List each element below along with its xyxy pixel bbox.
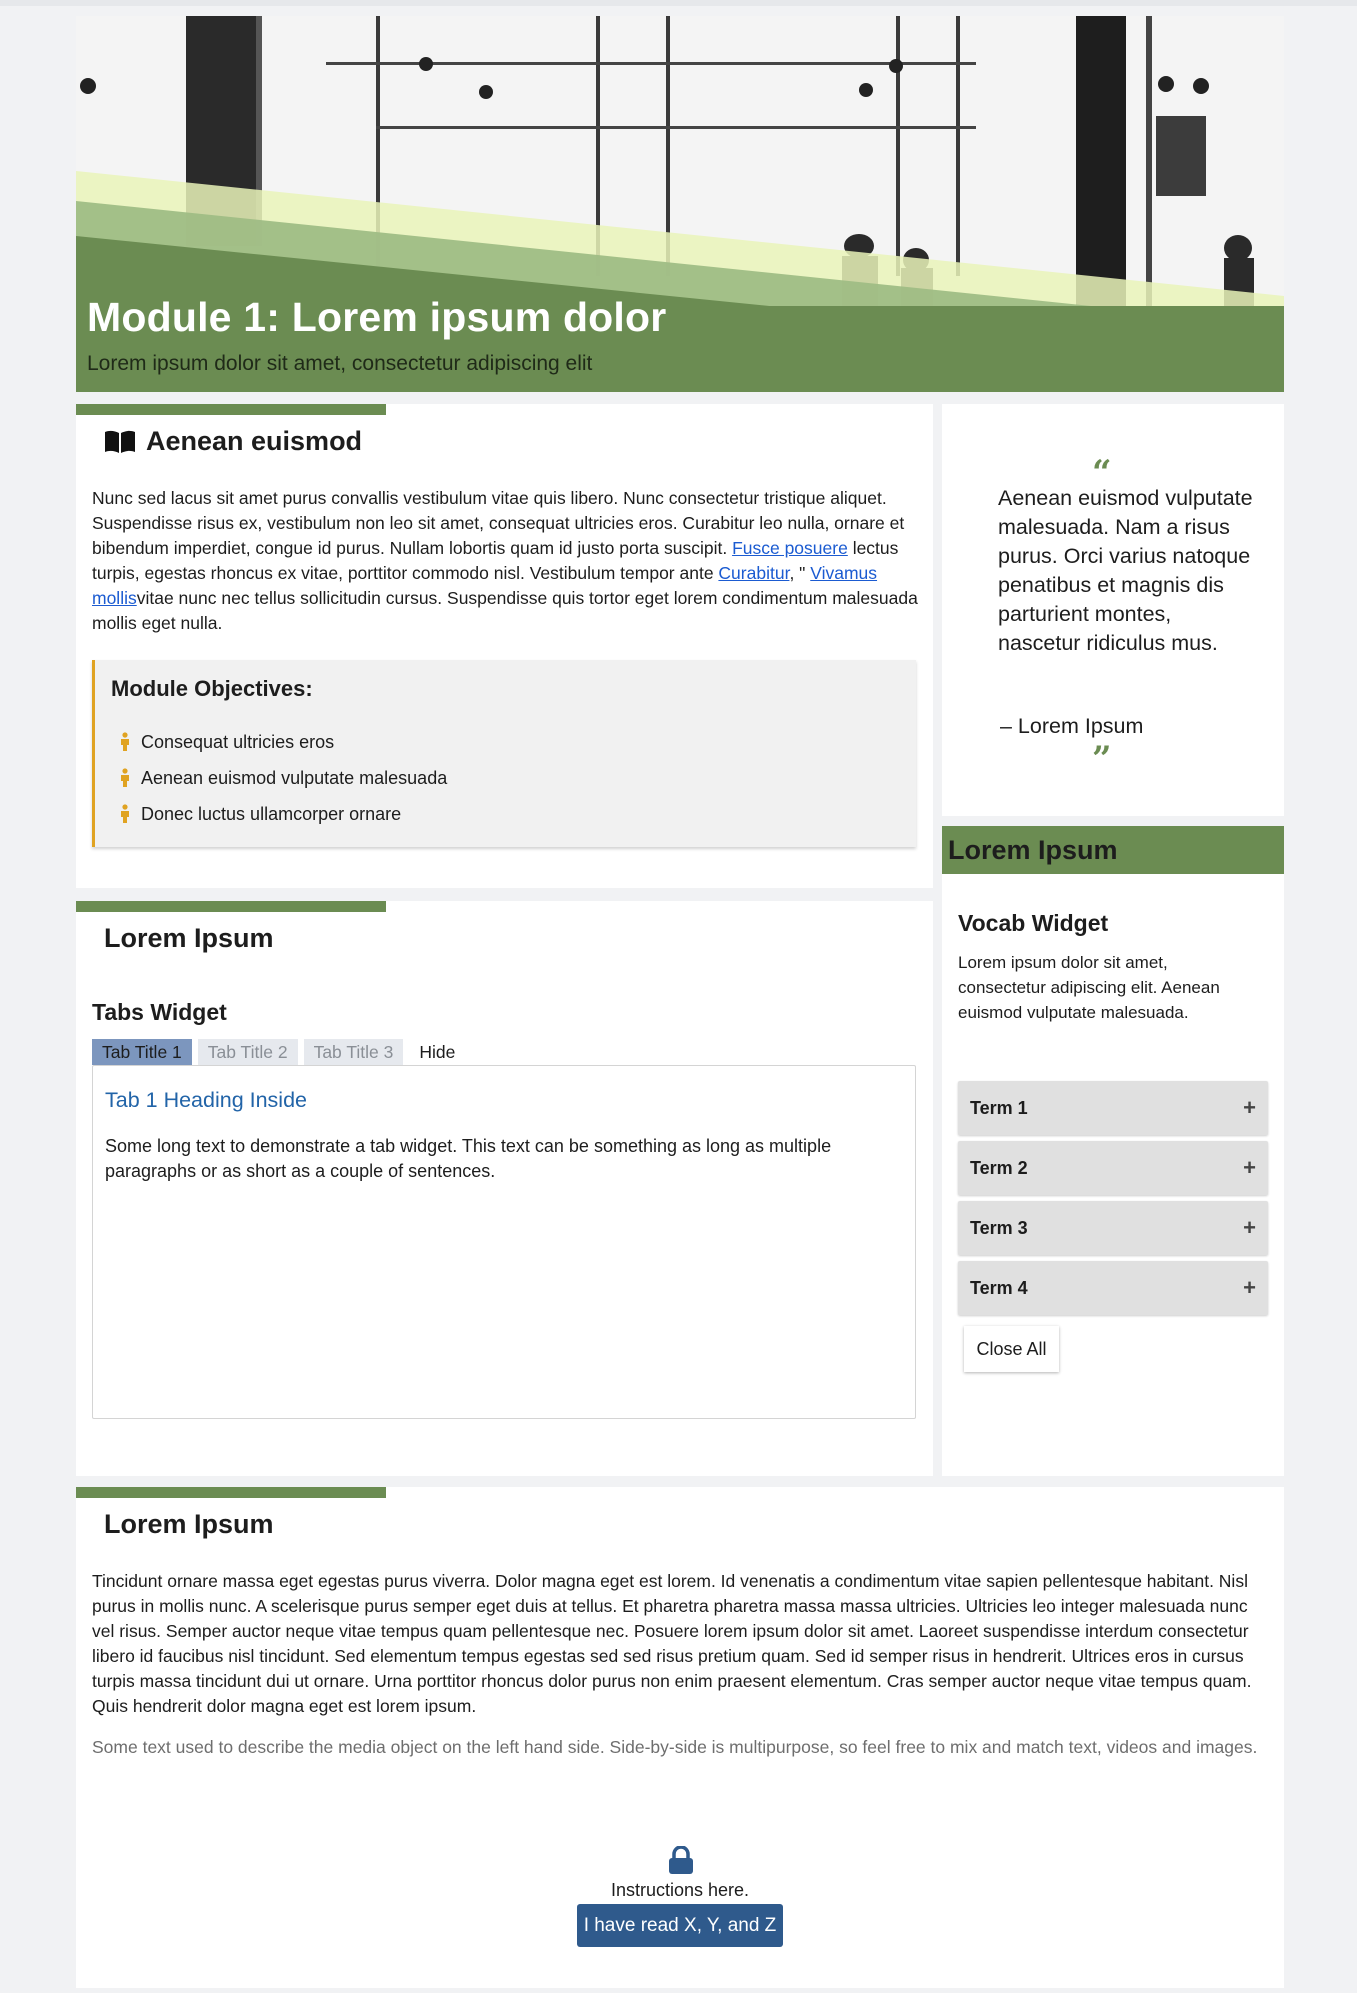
link-fusce-posuere[interactable]: Fusce posuere: [732, 538, 848, 558]
quote-card: “ Aenean euismod vulputate malesuada. Na…: [942, 404, 1284, 816]
tabs-widget-title: Tabs Widget: [92, 999, 227, 1025]
tab-bar: Tab Title 1 Tab Title 2 Tab Title 3 Hide: [92, 1039, 465, 1065]
term-label: Term 2: [970, 1157, 1028, 1178]
plus-icon: +: [1243, 1275, 1256, 1300]
top-border: [0, 0, 1357, 6]
tab-title-1[interactable]: Tab Title 1: [92, 1039, 192, 1065]
section-aenean-euismod: Aenean euismod Nunc sed lacus sit amet p…: [76, 404, 933, 888]
tab-panel: Tab 1 Heading Inside Some long text to d…: [92, 1065, 916, 1419]
lock-icon: [669, 1846, 693, 1874]
objective-item: Consequat ultricies eros: [119, 724, 447, 760]
tab-panel-text: Some long text to demonstrate a tab widg…: [105, 1136, 832, 1181]
section-accent-bar: [76, 901, 386, 912]
close-quote-icon: ”: [1092, 739, 1112, 779]
vocab-description: Lorem ipsum dolor sit amet, consectetur …: [958, 953, 1220, 1022]
plus-icon: +: [1243, 1215, 1256, 1240]
page-subtitle: Lorem ipsum dolor sit amet, consectetur …: [87, 352, 593, 375]
objectives-heading: Module Objectives:: [111, 676, 313, 701]
section-heading-text: Aenean euismod: [146, 426, 363, 456]
term-label: Term 3: [970, 1217, 1028, 1238]
vocab-term-1[interactable]: Term 1 +: [958, 1081, 1268, 1135]
section-heading: Lorem Ipsum: [104, 923, 274, 953]
media-description: Some text used to describe the media obj…: [92, 1737, 1258, 1757]
term-label: Term 4: [970, 1277, 1028, 1298]
person-icon: [121, 768, 129, 787]
vocab-term-4[interactable]: Term 4 +: [958, 1261, 1268, 1315]
objective-item: Aenean euismod vulputate malesuada: [119, 760, 447, 796]
section-accent-bar: [76, 404, 386, 415]
objective-text: Aenean euismod vulputate malesuada: [141, 767, 448, 788]
tab-title-2[interactable]: Tab Title 2: [197, 1039, 298, 1065]
vocab-section-header: Lorem Ipsum: [942, 826, 1284, 874]
quote-author: – Lorem Ipsum: [1000, 714, 1144, 738]
section-tabs: Lorem Ipsum Tabs Widget Tab Title 1 Tab …: [76, 901, 933, 1476]
link-curabitur[interactable]: Curabitur: [718, 563, 789, 583]
close-all-button[interactable]: Close All: [964, 1326, 1059, 1372]
person-icon: [121, 804, 129, 823]
objective-text: Donec luctus ullamcorper ornare: [141, 803, 402, 824]
body-paragraph: Tincidunt ornare massa eget egestas puru…: [92, 1571, 1252, 1716]
intro-paragraph: Nunc sed lacus sit amet purus convallis …: [92, 486, 920, 636]
term-label: Term 1: [970, 1097, 1028, 1118]
plus-icon: +: [1243, 1095, 1256, 1120]
person-icon: [121, 732, 129, 751]
vocab-term-3[interactable]: Term 3 +: [958, 1201, 1268, 1255]
paragraph-text: vitae nunc nec tellus sollicitudin cursu…: [92, 588, 918, 633]
quote-text: Aenean euismod vulputate malesuada. Nam …: [998, 486, 1253, 655]
objective-text: Consequat ultricies eros: [141, 731, 335, 752]
vocab-widget-title: Vocab Widget: [958, 910, 1109, 936]
tab-panel-heading: Tab 1 Heading Inside: [105, 1088, 308, 1112]
module-objectives-box: Module Objectives: Consequat ultricies e…: [92, 660, 916, 847]
vocab-section-header-text: Lorem Ipsum: [948, 835, 1118, 865]
tab-title-3[interactable]: Tab Title 3: [303, 1039, 404, 1065]
section-heading: Lorem Ipsum: [104, 1509, 274, 1539]
paragraph-text: , ": [789, 563, 811, 583]
objective-item: Donec luctus ullamcorper ornare: [119, 796, 447, 832]
confirm-read-button[interactable]: I have read X, Y, and Z: [577, 1904, 783, 1947]
plus-icon: +: [1243, 1155, 1256, 1180]
hero-banner: Module 1: Lorem ipsum dolor Lorem ipsum …: [76, 16, 1284, 392]
vocab-term-2[interactable]: Term 2 +: [958, 1141, 1268, 1195]
book-icon: [105, 430, 135, 453]
section-heading: Aenean euismod: [104, 426, 362, 457]
hide-tabs-button[interactable]: Hide: [409, 1039, 465, 1065]
instructions-text: Instructions here.: [610, 1880, 750, 1900]
page-title: Module 1: Lorem ipsum dolor: [87, 294, 667, 340]
objectives-list: Consequat ultricies eros Aenean euismod …: [119, 724, 447, 832]
section-accent-bar: [76, 1487, 386, 1498]
